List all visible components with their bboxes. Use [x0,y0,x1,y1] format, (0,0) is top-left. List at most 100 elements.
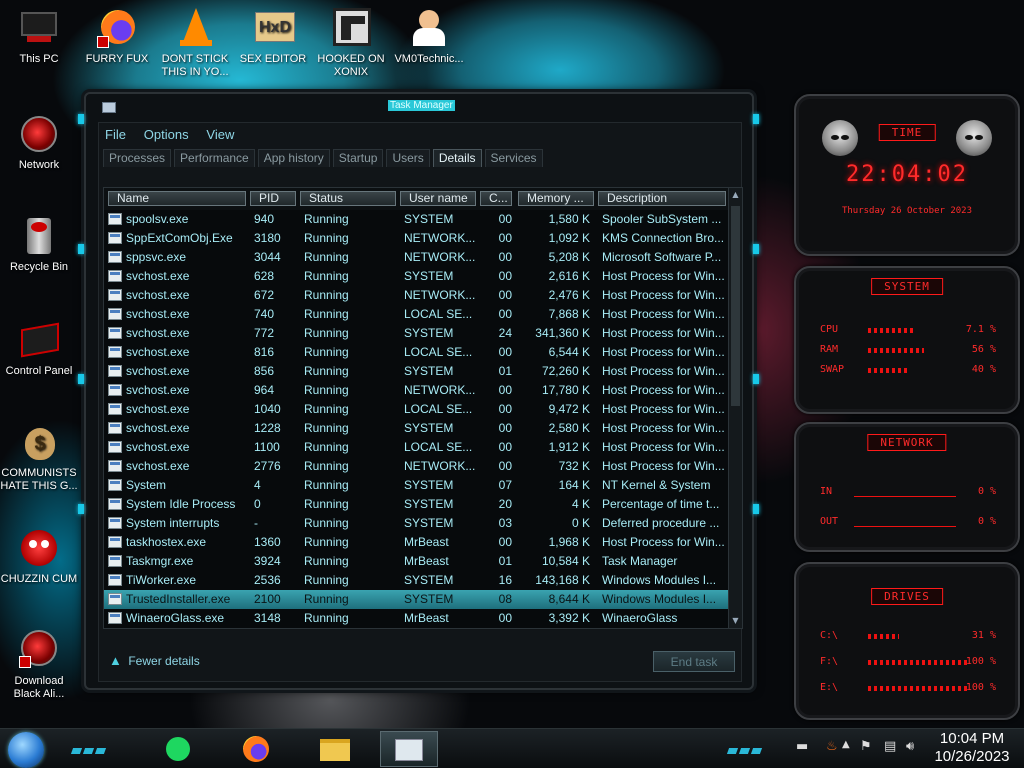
table-row[interactable]: svchost.exe 672 Running NETWORK... 00 2,476 K… [104,286,728,305]
table-row[interactable]: svchost.exe 856 Running SYSTEM 01 72,260 K Hos… [104,362,728,381]
volume-icon[interactable]: 🔊︎ [906,739,914,754]
table-row[interactable]: TiWorker.exe 2536 Running SYSTEM 16 143,168 K… [104,571,728,590]
vertical-scrollbar[interactable]: ▲ ▼ [728,188,742,628]
cell-status: Running [304,231,349,245]
table-row[interactable]: System Idle Process 0 Running SYSTEM 20 4 K Pe… [104,495,728,514]
desktop-icon-chuzzin[interactable]: CHUZZIN CUM [0,526,78,586]
end-task-button[interactable]: End task [653,651,735,672]
show-desktop-icon[interactable]: ▬ [796,739,808,754]
desktop-icon-control-panel[interactable]: Control Panel [0,318,78,378]
desktop-icon-dont-stick[interactable]: DONT STICK THIS IN YO... [156,6,234,79]
desktop-icon-recycle-bin[interactable]: Recycle Bin [0,214,78,274]
cell-cpu: 00 [498,402,512,416]
cell-description: Host Process for Win... [602,535,724,549]
flag-icon[interactable]: ⚑ [860,739,872,754]
table-row[interactable]: svchost.exe 2776 Running NETWORK... 00 732 K H… [104,457,728,476]
taskbar-app-file-explorer[interactable] [306,731,364,767]
table-row[interactable]: sppsvc.exe 3044 Running NETWORK... 00 5,208 K… [104,248,728,267]
process-icon [108,555,122,567]
task-manager-window[interactable]: Task Manager File Options View Processes… [78,92,759,690]
desktop-icon-furry-fux[interactable]: FURRY FUX [78,6,156,66]
table-row[interactable]: TrustedInstaller.exe 2100 Running SYSTEM 08 8… [104,590,728,609]
window-rail-right [753,114,760,654]
table-row[interactable]: spoolsv.exe 940 Running SYSTEM 00 1,580 K Spoo… [104,210,728,229]
cell-user: SYSTEM [404,573,454,587]
taskbar-clock[interactable]: 10:04 PM 10/26/2023 [930,730,1014,766]
table-row[interactable]: SppExtComObj.Exe 3180 Running NETWORK... 00 1… [104,229,728,248]
column-header-description[interactable]: Description [598,191,726,206]
table-row[interactable]: Taskmgr.exe 3924 Running MrBeast 01 10,584 K T… [104,552,728,571]
cell-user: LOCAL SE... [404,440,473,454]
tab-processes[interactable]: Processes [103,149,172,167]
column-header-user-name[interactable]: User name [400,191,476,206]
network-out-value: 0 % [977,516,996,527]
taskbar-app-task-manager[interactable] [380,731,438,767]
cell-pid: 0 [254,497,261,511]
table-row[interactable]: svchost.exe 628 Running SYSTEM 00 2,616 K Host… [104,267,728,286]
desktop-icon-download[interactable]: Download Black Ali... [0,628,78,701]
fewer-details-link[interactable]: ▲ Fewer details [109,653,200,668]
cell-name: svchost.exe [126,288,190,302]
tab-users[interactable]: Users [386,149,430,167]
menu-options[interactable]: Options [144,127,189,142]
system-metric-label: SWAP [820,364,845,375]
tab-performance[interactable]: Performance [174,149,255,167]
scroll-up-arrow-icon[interactable]: ▲ [729,188,742,202]
desktop-icon-hooked-on-xonix[interactable]: HOOKED ON XONIX [312,6,390,79]
table-row[interactable]: svchost.exe 964 Running NETWORK... 00 17,780 … [104,381,728,400]
table-row[interactable]: svchost.exe 1228 Running SYSTEM 00 2,580 K Hos… [104,419,728,438]
tab-app-history[interactable]: App history [257,149,330,167]
table-rows: spoolsv.exe 940 Running SYSTEM 00 1,580 K Spoo… [104,210,728,628]
desktop-icon-sex-editor[interactable]: HxD SEX EDITOR [234,6,312,66]
cell-name: TrustedInstaller.exe [126,592,231,606]
tab-details[interactable]: Details [432,149,482,167]
taskbar-app-firefox[interactable] [228,731,286,767]
desktop-icon-communists[interactable]: $ COMMUNISTS HATE THIS G... [0,420,78,493]
drive-row: C:\ 31 % [820,630,996,644]
table-row[interactable]: taskhostex.exe 1360 Running MrBeast 00 1,968 … [104,533,728,552]
desktop-icon-network[interactable]: Network [0,112,78,172]
column-header-pid[interactable]: PID [250,191,296,206]
desktop-icon-vm0technic[interactable]: VM0Technic... [390,6,468,66]
table-row[interactable]: svchost.exe 816 Running LOCAL SE... 00 6,544 … [104,343,728,362]
cell-name: svchost.exe [126,421,190,435]
start-orb-icon[interactable] [8,732,44,768]
table-row[interactable]: svchost.exe 1100 Running LOCAL SE... 00 1,912… [104,438,728,457]
scroll-down-arrow-icon[interactable]: ▼ [729,614,742,628]
column-header-status[interactable]: Status [300,191,396,206]
cell-cpu: 20 [498,497,512,511]
desktop-icon-label: Download Black Ali... [13,675,65,700]
fire-tray-icon[interactable]: ♨ [826,739,838,754]
cell-status: Running [304,440,349,454]
cell-description: Microsoft Software P... [602,250,722,264]
details-table[interactable]: Name PID Status User name C... Memory ..… [103,187,743,629]
table-row[interactable]: svchost.exe 772 Running SYSTEM 24 341,360 K Ho… [104,324,728,343]
column-header-name[interactable]: Name [108,191,246,206]
tab-startup[interactable]: Startup [332,149,384,167]
cell-status: Running [304,402,349,416]
cell-description: Host Process for Win... [602,345,724,359]
network-tray-icon[interactable]: ▤ [884,739,896,754]
drive-value: 100 % [965,656,996,667]
tab-services[interactable]: Services [484,149,543,167]
menu-file[interactable]: File [105,127,126,142]
cell-user: SYSTEM [404,516,454,530]
tray-chevron-icon[interactable]: ▲ [842,739,850,750]
cell-description: Host Process for Win... [602,326,724,340]
column-header-memory[interactable]: Memory ... [518,191,594,206]
cell-pid: 856 [254,364,275,378]
table-row[interactable]: System interrupts - Running SYSTEM 03 0 K Defe… [104,514,728,533]
desktop-icon-this-pc[interactable]: This PC [0,6,78,66]
title-bar[interactable]: Task Manager [86,94,752,118]
scrollbar-thumb[interactable] [731,206,740,406]
cell-description: Host Process for Win... [602,402,724,416]
menu-view[interactable]: View [206,127,234,142]
table-row[interactable]: svchost.exe 1040 Running LOCAL SE... 00 9,472… [104,400,728,419]
table-row[interactable]: System 4 Running SYSTEM 07 164 K NT Kernel & S… [104,476,728,495]
cell-description: Host Process for Win... [602,459,724,473]
taskbar-app-spotify[interactable] [150,731,208,767]
cell-cpu: 01 [498,364,512,378]
table-row[interactable]: svchost.exe 740 Running LOCAL SE... 00 7,868 … [104,305,728,324]
table-row[interactable]: WinaeroGlass.exe 3148 Running MrBeast 00 3,39… [104,609,728,628]
column-header-cpu[interactable]: C... [480,191,512,206]
